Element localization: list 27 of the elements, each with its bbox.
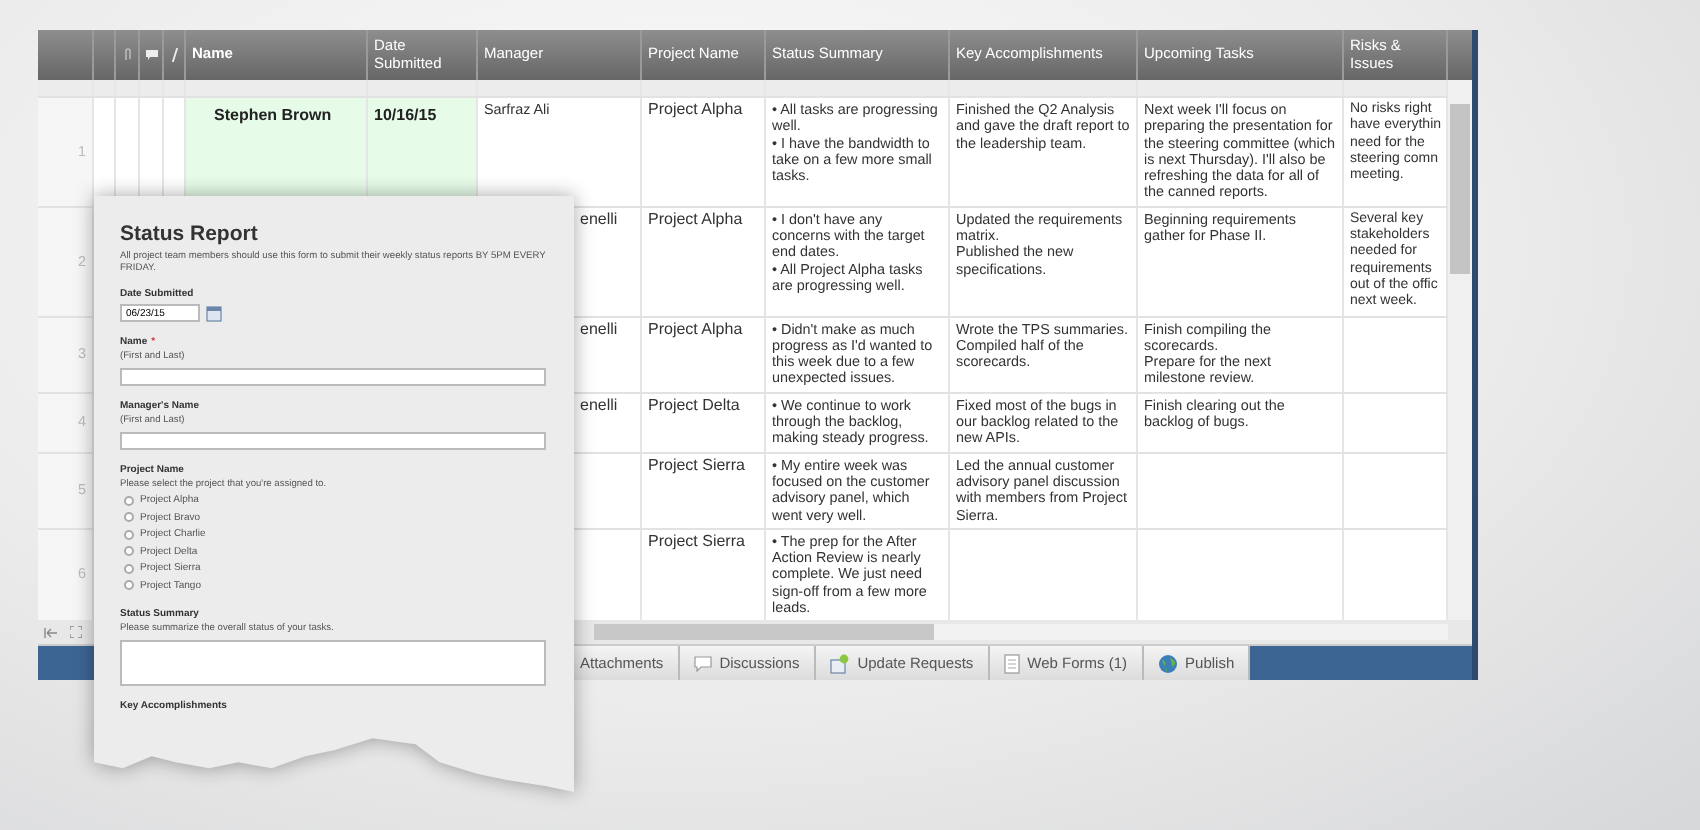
first-page-icon[interactable] bbox=[44, 627, 58, 637]
text-field[interactable] bbox=[120, 432, 546, 450]
comment-icon bbox=[693, 655, 712, 671]
horizontal-scrollbar[interactable] bbox=[594, 624, 1448, 640]
manager-cell: enelli bbox=[580, 209, 618, 228]
project-cell: Project Alpha bbox=[648, 209, 743, 228]
project-cell: Project Alpha bbox=[648, 100, 743, 118]
paperclip-icon bbox=[123, 48, 131, 62]
date-cell: 10/16/15 bbox=[374, 106, 437, 124]
text-area[interactable] bbox=[120, 640, 546, 686]
text-field[interactable] bbox=[120, 368, 546, 386]
project-cell: Project Sierra bbox=[648, 455, 745, 474]
manager-cell: enelli bbox=[580, 319, 618, 338]
globe-icon bbox=[1157, 653, 1178, 673]
expand-icon[interactable] bbox=[70, 626, 82, 638]
vertical-scrollbar[interactable] bbox=[1448, 80, 1472, 620]
form-icon bbox=[1003, 653, 1020, 673]
project-cell: Project Delta bbox=[648, 395, 740, 414]
document-icon bbox=[829, 653, 850, 673]
project-cell: Project Sierra bbox=[648, 531, 745, 550]
form-title: Status Report bbox=[120, 222, 260, 246]
comment-icon bbox=[145, 50, 157, 60]
name-cell: Stephen Brown bbox=[214, 106, 332, 124]
pencil-icon bbox=[171, 48, 177, 62]
manager-cell: enelli bbox=[580, 395, 618, 414]
project-cell: Project Alpha bbox=[648, 319, 743, 338]
calendar-icon[interactable] bbox=[206, 305, 222, 321]
